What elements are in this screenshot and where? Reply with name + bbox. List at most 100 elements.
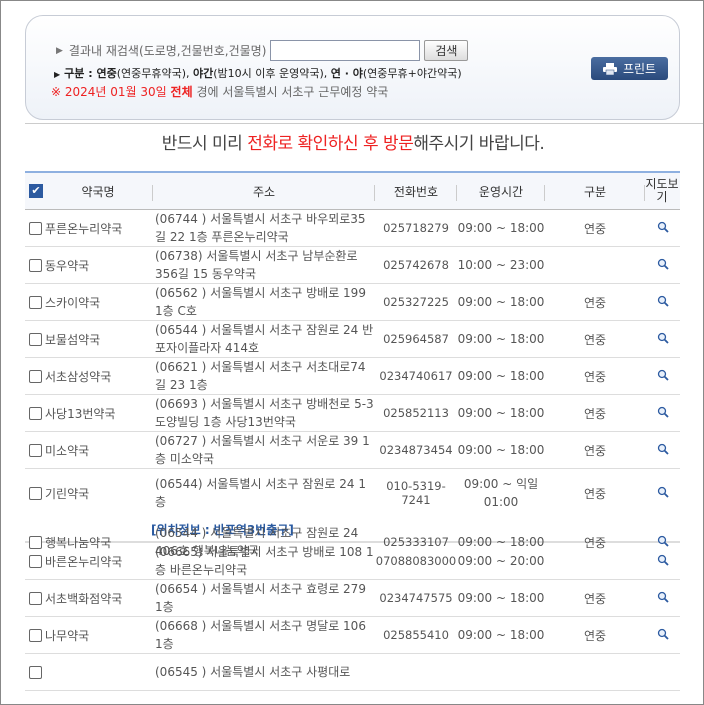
pharmacy-name: 서초삼성약국 (45, 369, 112, 384)
pharmacy-phone: 025964587 (383, 332, 449, 346)
map-view-cell (645, 535, 680, 550)
map-view-cell (645, 258, 680, 273)
magnifier-icon[interactable] (657, 369, 669, 381)
header-map: 지도보기 (645, 177, 679, 204)
pharmacy-address: (06545 ) 서울특별시 서초구 사평대로 (155, 665, 351, 679)
pharmacy-name-cell (25, 665, 153, 679)
header-hours: 운영시간 (457, 183, 545, 201)
magnifier-icon[interactable] (657, 628, 669, 640)
table-row: 보물섬약국 (06544 ) 서울특별시 서초구 잠원로 24 반포자이플라자 4… (25, 321, 680, 358)
pharmacy-address: (06665) 서울특별시 서초구 방배로 108 1층 바른온누리약국 (155, 545, 374, 577)
print-button[interactable]: 프린트 (591, 57, 668, 80)
filter-mark: ※ (51, 85, 62, 99)
research-input[interactable] (270, 40, 421, 61)
row-checkbox[interactable] (29, 332, 42, 346)
triangle-bullet-icon: ▶ (54, 70, 61, 79)
pharmacy-type: 연중 (583, 295, 607, 310)
magnifier-icon[interactable] (657, 591, 669, 603)
magnifier-icon[interactable] (657, 295, 669, 307)
legend-prefix: 구분 : (64, 67, 97, 80)
table-row: 미소약국 (06727 ) 서울특별시 서초구 서운로 39 1층 미소약국 023… (25, 432, 680, 469)
pharmacy-address: (06693 ) 서울특별시 서초구 방배천로 5-3 도양빌딩 1층 사당13… (155, 397, 374, 429)
row-checkbox[interactable] (29, 406, 42, 420)
filter-row: ※ 2024년 01월 30일 전체 경에 서울특별시 서초구 근무예정 약국 (51, 83, 388, 100)
pharmacy-name-cell: 보물섬약국 (25, 331, 153, 348)
row-checkbox[interactable] (29, 486, 42, 500)
pharmacy-name-cell: 미소약국 (25, 442, 153, 459)
row-checkbox[interactable] (29, 535, 42, 549)
row-checkbox[interactable] (29, 369, 42, 383)
pharmacy-address: (06544) 서울특별시 서초구 잠원로 24 1층 (155, 477, 366, 509)
map-view-cell (645, 628, 680, 643)
pharmacy-phone: 025333107 (383, 535, 449, 549)
pharmacy-address: (06738) 서울특별시 서초구 남부순환로356길 15 동우약국 (155, 249, 358, 281)
magnifier-icon[interactable] (657, 486, 669, 498)
magnifier-icon[interactable] (657, 443, 669, 455)
row-checkbox[interactable] (29, 554, 42, 568)
header-name-cell: ✔ 약국명 (25, 183, 153, 201)
pharmacy-type: 연중 (583, 369, 607, 384)
table-row: 서초백화점약국 (06654 ) 서울특별시 서초구 효령로 279 1층 0234… (25, 580, 680, 617)
magnifier-icon[interactable] (657, 406, 669, 418)
notice-post: 해주시기 바랍니다. (413, 134, 545, 154)
search-button[interactable]: 검색 (424, 40, 469, 61)
map-view-cell (645, 591, 680, 606)
divider (25, 123, 703, 124)
header-address: 주소 (153, 183, 375, 201)
legend-desc-yagan: (밤10시 이후 운영약국), (213, 67, 331, 80)
pharmacy-phone: 07088083000 (375, 554, 457, 568)
pharmacy-name: 미소약국 (45, 443, 90, 458)
pharmacy-phone: 0234873454 (379, 443, 453, 457)
pharmacy-table: ✔ 약국명 주소 전화번호 운영시간 구분 지도보기 푸른온누리약국 (06744… (25, 171, 680, 691)
pharmacy-name-cell: 사당13번약국 (25, 405, 153, 422)
header-name: 약국명 (81, 184, 115, 199)
pharmacy-hours: 09:00 ~ 18:00 (457, 535, 545, 549)
pharmacy-name-cell: 서초백화점약국 (25, 590, 153, 607)
filter-rest: 경에 서울특별시 서초구 근무예정 약국 (192, 85, 389, 99)
pharmacy-phone: 0234747575 (379, 591, 453, 605)
magnifier-icon[interactable] (657, 332, 669, 344)
magnifier-icon[interactable] (657, 258, 669, 270)
pharmacy-name-cell: 푸른온누리약국 (25, 220, 153, 237)
pharmacy-name-cell: 기린약국 (25, 485, 153, 502)
table-row: 사당13번약국 (06693 ) 서울특별시 서초구 방배천로 5-3 도양빌딩 … (25, 395, 680, 432)
row-checkbox[interactable] (29, 628, 42, 642)
pharmacy-hours: 09:00 ~ 18:00 (457, 591, 545, 605)
table-row: 푸른온누리약국 (06744 ) 서울특별시 서초구 바우뫼로35길 22 1층 … (25, 210, 680, 247)
legend-term-yagan: 야간 (193, 67, 214, 80)
row-checkbox[interactable] (29, 295, 42, 309)
map-view-cell (645, 369, 680, 384)
pharmacy-name: 사당13번약국 (45, 406, 116, 421)
magnifier-icon[interactable] (657, 554, 669, 566)
pharmacy-address: (06544 ) 서울특별시 서초구 잠원로 24 반포자이플라자 414호 (155, 323, 374, 355)
pharmacy-name: 푸른온누리약국 (45, 221, 123, 236)
pharmacy-address: (06562 ) 서울특별시 서초구 방배로 199 1층 C호 (155, 286, 366, 318)
pharmacy-hours: 09:00 ~ 20:00 (457, 554, 545, 568)
table-row: 스카이약국 (06562 ) 서울특별시 서초구 방배로 199 1층 C호 025… (25, 284, 680, 321)
map-view-cell (645, 221, 680, 236)
row-checkbox[interactable] (29, 443, 42, 457)
row-checkbox[interactable] (29, 665, 42, 679)
row-checkbox[interactable] (29, 591, 42, 605)
pharmacy-type: 연중 (583, 486, 607, 501)
table-row: 서초삼성약국 (06621 ) 서울특별시 서초구 서초대로74길 23 1층 02… (25, 358, 680, 395)
row-checkbox[interactable] (29, 258, 42, 272)
pharmacy-name: 바른온누리약국 (45, 554, 123, 569)
map-view-cell (645, 295, 680, 310)
pharmacy-hours: 10:00 ~ 23:00 (457, 258, 545, 272)
magnifier-icon[interactable] (657, 221, 669, 233)
magnifier-icon[interactable] (657, 535, 669, 547)
pharmacy-name: 동우약국 (45, 258, 90, 273)
pharmacy-hours: 09:00 ~ 18:00 (457, 221, 545, 235)
print-label: 프린트 (622, 62, 657, 76)
pharmacy-type: 연중 (583, 591, 607, 606)
select-all-checkbox[interactable]: ✔ (29, 184, 43, 198)
pharmacy-hours: 09:00 ~ 18:00 (457, 406, 545, 420)
notice-pre: 반드시 미리 (161, 134, 248, 154)
map-view-cell (645, 443, 680, 458)
pharmacy-address: (06727 ) 서울특별시 서초구 서운로 39 1층 미소약국 (155, 434, 370, 466)
table-header: ✔ 약국명 주소 전화번호 운영시간 구분 지도보기 (25, 171, 680, 210)
pharmacy-hours: 09:00 ~ 18:00 (457, 628, 545, 642)
pharmacy-name: 스카이약국 (45, 295, 101, 310)
row-checkbox[interactable] (29, 221, 42, 235)
